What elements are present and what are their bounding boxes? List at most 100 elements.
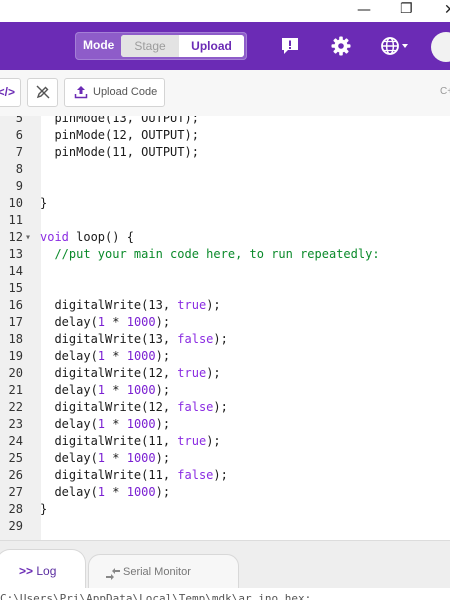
upload-code-button[interactable]: Upload Code — [64, 78, 165, 107]
line-number: 24 — [8, 434, 23, 448]
code-text: pinMode(11, OUTPUT); — [40, 144, 199, 161]
line-number: 18 — [8, 332, 23, 346]
code-token: 1000 — [126, 451, 156, 465]
serial-arrows-icon — [105, 567, 121, 585]
code-token: 1 — [97, 315, 106, 329]
code-token: } — [40, 196, 48, 210]
code-token: delay( — [40, 485, 98, 499]
tab-log-label: >> Log — [19, 564, 56, 578]
code-token: ); — [155, 349, 171, 363]
code-text: digitalWrite(11, true); — [40, 433, 221, 450]
code-token: false — [177, 468, 214, 482]
line-number: 7 — [15, 145, 23, 159]
pen-off-icon — [35, 84, 51, 105]
code-token: loop() { — [68, 230, 134, 244]
code-token: * — [105, 417, 127, 431]
code-token: * — [105, 349, 127, 363]
code-token: } — [40, 502, 48, 516]
code-token: pinMode(13, OUTPUT); — [40, 116, 199, 125]
code-editor[interactable]: 5 pinMode(13, OUTPUT); 6 pinMode(12, OUTP… — [0, 116, 450, 540]
code-token: true — [177, 298, 207, 312]
line-number: 23 — [8, 417, 23, 431]
code-token: 1 — [97, 383, 106, 397]
line-number: 9 — [15, 179, 23, 193]
code-text: void loop() { — [40, 229, 134, 246]
line-number: 22 — [8, 400, 23, 414]
code-text: delay(1 * 1000); — [40, 382, 170, 399]
restore-button[interactable]: ❐ — [400, 1, 413, 17]
code-text: //put your main code here, to run repeat… — [40, 246, 380, 263]
code-token: //put your main code here, to run repeat… — [40, 247, 380, 261]
code-token: 1000 — [126, 349, 156, 363]
code-token: delay( — [40, 417, 98, 431]
code-text: delay(1 * 1000); — [40, 484, 170, 501]
line-number: 20 — [8, 366, 23, 380]
line-number: 29 — [8, 519, 23, 533]
globe-icon[interactable] — [380, 36, 410, 56]
code-token: 1000 — [126, 383, 156, 397]
code-token: ); — [206, 366, 221, 380]
line-number: 19 — [8, 349, 23, 363]
toolbar-right-label: C+ — [440, 86, 450, 97]
code-token: * — [105, 315, 127, 329]
code-token: void — [40, 230, 69, 244]
line-number: 17 — [8, 315, 23, 329]
code-text: digitalWrite(12, true); — [40, 365, 221, 382]
tab-log[interactable]: >> Log — [0, 549, 86, 589]
line-number: 27 — [8, 485, 23, 499]
code-text: delay(1 * 1000); — [40, 348, 170, 365]
tab-serial-monitor-label: Serial Monitor — [123, 566, 191, 578]
code-text: delay(1 * 1000); — [40, 314, 170, 331]
code-token: 1 — [97, 485, 106, 499]
code-token: 1 — [97, 417, 106, 431]
code-token: ); — [155, 383, 171, 397]
chevrons-right-icon: >> — [19, 564, 34, 578]
code-token: ); — [206, 434, 221, 448]
code-text: } — [40, 501, 47, 518]
code-token: * — [105, 485, 127, 499]
line-number: 8 — [15, 162, 23, 176]
code-view-button[interactable]: </> — [0, 78, 21, 107]
tab-serial-monitor[interactable]: Serial Monitor — [88, 554, 239, 590]
code-text: delay(1 * 1000); — [40, 450, 170, 467]
user-avatar[interactable] — [431, 32, 450, 62]
fold-toggle-icon[interactable]: ▾ — [25, 229, 31, 246]
line-number: 25 — [8, 451, 23, 465]
code-text: digitalWrite(13, false); — [40, 331, 227, 348]
line-number: 26 — [8, 468, 23, 482]
code-token: true — [177, 434, 207, 448]
code-token: digitalWrite(13, — [40, 298, 178, 312]
close-button[interactable]: ✕ — [444, 2, 450, 18]
code-token: ); — [155, 315, 171, 329]
log-output-line: C:\Users\Pri\AppData\Local\Temp\mdk\ar.i… — [0, 588, 450, 600]
mode-stage-option[interactable]: Stage — [121, 35, 179, 57]
code-token: digitalWrite(11, — [40, 468, 178, 482]
feedback-icon[interactable] — [280, 36, 300, 56]
code-token: 1000 — [126, 417, 156, 431]
log-panel-tabs: >> Log Serial Monitor — [0, 540, 450, 590]
clear-button[interactable] — [27, 78, 58, 107]
gear-icon[interactable] — [331, 36, 351, 56]
minimize-button[interactable]: — — [357, 2, 371, 18]
code-token: digitalWrite(12, — [40, 366, 178, 380]
code-token: pinMode(11, OUTPUT); — [40, 145, 199, 159]
code-token: digitalWrite(13, — [40, 332, 178, 346]
line-number: 11 — [8, 213, 23, 227]
upload-icon — [74, 85, 88, 104]
code-text: delay(1 * 1000); — [40, 416, 170, 433]
mode-switch: Mode Stage Upload — [75, 32, 247, 60]
code-token: * — [105, 451, 127, 465]
mode-label: Mode — [83, 38, 115, 52]
code-token: false — [177, 332, 214, 346]
code-text: pinMode(12, OUTPUT); — [40, 127, 199, 144]
line-number: 15 — [8, 281, 23, 295]
code-token: * — [105, 383, 127, 397]
line-number: 6 — [15, 128, 23, 142]
mode-upload-option[interactable]: Upload — [179, 35, 244, 57]
code-token: delay( — [40, 349, 98, 363]
line-number: 21 — [8, 383, 23, 397]
code-text: pinMode(13, OUTPUT); — [40, 116, 199, 127]
line-number: 16 — [8, 298, 23, 312]
code-token: false — [177, 400, 214, 414]
line-number: 28 — [8, 502, 23, 516]
